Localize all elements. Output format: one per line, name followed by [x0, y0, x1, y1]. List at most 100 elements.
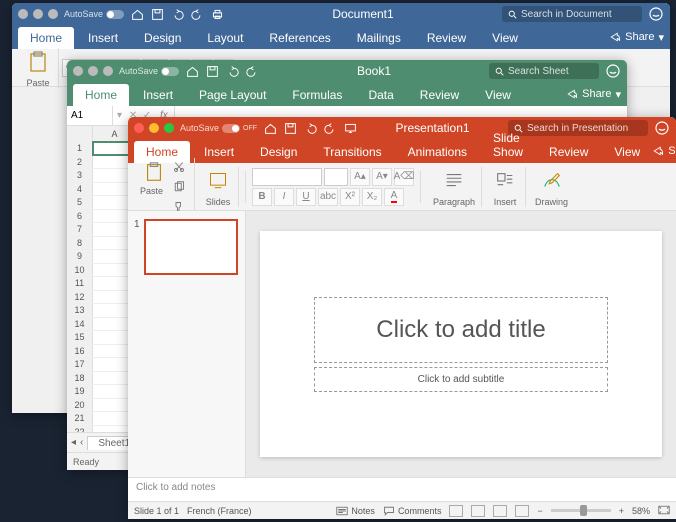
tab-mailings[interactable]: Mailings: [345, 27, 413, 49]
tab-home[interactable]: Home: [73, 84, 129, 106]
redo-icon[interactable]: [245, 64, 259, 78]
traffic-lights[interactable]: [73, 66, 113, 76]
insert-icon[interactable]: [491, 167, 519, 195]
home-icon[interactable]: [130, 7, 144, 21]
tab-review[interactable]: Review: [408, 84, 471, 106]
feedback-icon[interactable]: [605, 63, 621, 79]
tab-view[interactable]: View: [480, 27, 530, 49]
redo-icon[interactable]: [323, 121, 337, 135]
tab-insert[interactable]: Insert: [76, 27, 130, 49]
dropdown-icon[interactable]: ▾: [113, 110, 126, 121]
superscript-button[interactable]: X²: [340, 188, 360, 206]
min-dot[interactable]: [33, 9, 43, 19]
grow-font-icon[interactable]: A▴: [350, 168, 370, 186]
zoom-slider[interactable]: [551, 509, 611, 512]
autosave-toggle[interactable]: AutoSave: [119, 66, 179, 76]
home-icon[interactable]: [185, 64, 199, 78]
autosave-toggle[interactable]: AutoSave OFF: [180, 123, 257, 133]
comments-button[interactable]: Comments: [383, 506, 442, 516]
subscript-button[interactable]: X₂: [362, 188, 382, 206]
toggle-switch[interactable]: [222, 124, 240, 133]
save-icon[interactable]: [150, 7, 164, 21]
tab-view[interactable]: View: [473, 84, 523, 106]
save-icon[interactable]: [205, 64, 219, 78]
search-field[interactable]: Search in Document: [502, 6, 642, 22]
tab-transitions[interactable]: Transitions: [311, 141, 393, 163]
clear-format-icon[interactable]: A⌫: [394, 168, 414, 186]
autosave-toggle[interactable]: AutoSave: [64, 9, 124, 19]
min-dot[interactable]: [149, 123, 159, 133]
cut-icon[interactable]: [170, 158, 188, 176]
tab-design[interactable]: Design: [132, 27, 193, 49]
slide-thumbnail[interactable]: [144, 219, 238, 275]
tab-view[interactable]: View: [602, 141, 652, 163]
tab-slide-show[interactable]: Slide Show: [481, 127, 535, 163]
subtitle-placeholder[interactable]: Click to add subtitle: [314, 367, 608, 392]
first-sheet-icon[interactable]: ◂: [71, 437, 76, 448]
normal-view-icon[interactable]: [449, 505, 463, 517]
feedback-icon[interactable]: [648, 6, 664, 22]
tab-design[interactable]: Design: [248, 141, 309, 163]
paragraph-icon[interactable]: [440, 167, 468, 195]
shrink-font-icon[interactable]: A▾: [372, 168, 392, 186]
print-icon[interactable]: [210, 7, 224, 21]
toggle-switch[interactable]: [106, 10, 124, 19]
search-field[interactable]: Search Sheet: [489, 63, 599, 79]
copy-icon[interactable]: [170, 178, 188, 196]
notes-button[interactable]: Notes: [336, 506, 375, 516]
traffic-lights[interactable]: [134, 123, 174, 133]
share-button[interactable]: Share ▾: [566, 88, 621, 101]
undo-icon[interactable]: [225, 64, 239, 78]
fit-icon[interactable]: [658, 505, 670, 517]
max-dot[interactable]: [48, 9, 58, 19]
tab-data[interactable]: Data: [356, 84, 405, 106]
tab-review[interactable]: Review: [415, 27, 478, 49]
close-dot[interactable]: [18, 9, 28, 19]
share-button[interactable]: Share ▾: [652, 145, 676, 158]
home-icon[interactable]: [263, 121, 277, 135]
strike-button[interactable]: abc: [318, 188, 338, 206]
slide-canvas[interactable]: Click to add title Click to add subtitle: [260, 231, 662, 457]
paste-icon[interactable]: [140, 158, 168, 186]
prev-sheet-icon[interactable]: ‹: [80, 437, 83, 448]
tab-references[interactable]: References: [257, 27, 342, 49]
underline-button[interactable]: U: [296, 188, 316, 206]
language-indicator[interactable]: French (France): [187, 506, 252, 516]
close-dot[interactable]: [73, 66, 83, 76]
new-slide-icon[interactable]: [204, 167, 232, 195]
toggle-switch[interactable]: [161, 67, 179, 76]
close-dot[interactable]: [134, 123, 144, 133]
tab-insert[interactable]: Insert: [192, 141, 246, 163]
drawing-icon[interactable]: [538, 167, 566, 195]
feedback-icon[interactable]: [654, 120, 670, 136]
slideshow-view-icon[interactable]: [515, 505, 529, 517]
max-dot[interactable]: [164, 123, 174, 133]
slideshow-icon[interactable]: [343, 121, 357, 135]
paste-icon[interactable]: [24, 48, 52, 76]
italic-button[interactable]: I: [274, 188, 294, 206]
undo-icon[interactable]: [303, 121, 317, 135]
font-color-button[interactable]: A: [384, 188, 404, 206]
tab-layout[interactable]: Layout: [195, 27, 255, 49]
min-dot[interactable]: [88, 66, 98, 76]
tab-animations[interactable]: Animations: [396, 141, 479, 163]
tab-review[interactable]: Review: [537, 141, 600, 163]
notes-pane[interactable]: Click to add notes: [128, 477, 676, 501]
tab-page-layout[interactable]: Page Layout: [187, 84, 278, 106]
share-button[interactable]: Share ▾: [609, 31, 664, 44]
undo-icon[interactable]: [170, 7, 184, 21]
tab-home[interactable]: Home: [18, 27, 74, 49]
zoom-in-icon[interactable]: +: [619, 506, 624, 516]
bold-button[interactable]: B: [252, 188, 272, 206]
zoom-value[interactable]: 58%: [632, 506, 650, 516]
zoom-out-icon[interactable]: −: [537, 506, 542, 516]
title-placeholder[interactable]: Click to add title: [314, 297, 608, 363]
max-dot[interactable]: [103, 66, 113, 76]
sorter-view-icon[interactable]: [471, 505, 485, 517]
reading-view-icon[interactable]: [493, 505, 507, 517]
traffic-lights[interactable]: [18, 9, 58, 19]
tab-insert[interactable]: Insert: [131, 84, 185, 106]
name-box[interactable]: A1: [67, 106, 113, 125]
tab-formulas[interactable]: Formulas: [280, 84, 354, 106]
save-icon[interactable]: [283, 121, 297, 135]
